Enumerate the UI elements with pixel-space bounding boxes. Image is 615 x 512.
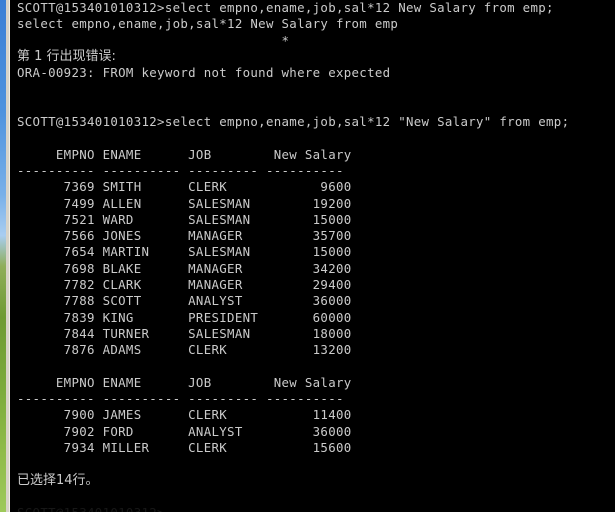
prompt-line-2: SCOTT@153401010312>select empno,ename,jo… — [17, 114, 570, 130]
window-border — [9, 0, 10, 512]
echo-line-1: select empno,ename,job,sal*12 New Salary… — [17, 16, 399, 32]
row-7369: 7369 SMITH CLERK 9600 — [17, 179, 352, 195]
table-header-2: EMPNO ENAME JOB New Salary — [17, 374, 352, 390]
rows-selected-line: 已选择14行。 — [17, 472, 99, 488]
row-7782: 7782 CLARK MANAGER 29400 — [17, 277, 352, 293]
row-7499: 7499 ALLEN SALESMAN 19200 — [17, 195, 352, 211]
table-rule-2: ---------- ---------- --------- --------… — [17, 391, 344, 407]
error-location-line: 第 1 行出现错误: — [17, 48, 116, 64]
prompt-line-1: SCOTT@153401010312>select empno,ename,jo… — [17, 0, 554, 15]
row-7654: 7654 MARTIN SALESMAN 15000 — [17, 244, 352, 260]
table-rule-1: ---------- ---------- --------- --------… — [17, 162, 344, 178]
row-7521: 7521 WARD SALESMAN 15000 — [17, 211, 352, 227]
table-header-1: EMPNO ENAME JOB New Salary — [17, 146, 352, 162]
row-7876: 7876 ADAMS CLERK 13200 — [17, 342, 352, 358]
row-7934: 7934 MILLER CLERK 15600 — [17, 440, 352, 456]
row-7698: 7698 BLAKE MANAGER 34200 — [17, 260, 352, 276]
row-7566: 7566 JONES MANAGER 35700 — [17, 228, 352, 244]
row-7900: 7900 JAMES CLERK 11400 — [17, 407, 352, 423]
console-window[interactable]: SCOTT@153401010312> select empno,ename,jo… — [6, 0, 615, 512]
row-7844: 7844 TURNER SALESMAN 18000 — [17, 325, 352, 341]
row-7839: 7839 KING PRESIDENT 60000 — [17, 309, 352, 325]
row-7902: 7902 FORD ANALYST 36000 — [17, 423, 352, 439]
error-message-line: ORA-00923: FROM keyword not found where … — [17, 65, 391, 81]
next-prompt-partial: SCOTT@153401010312> — [12, 505, 615, 512]
error-marker-line: * — [17, 32, 290, 48]
console-output-area[interactable]: SCOTT@153401010312> select empno,ename,jo… — [12, 0, 615, 512]
row-7788: 7788 SCOTT ANALYST 36000 — [17, 293, 352, 309]
